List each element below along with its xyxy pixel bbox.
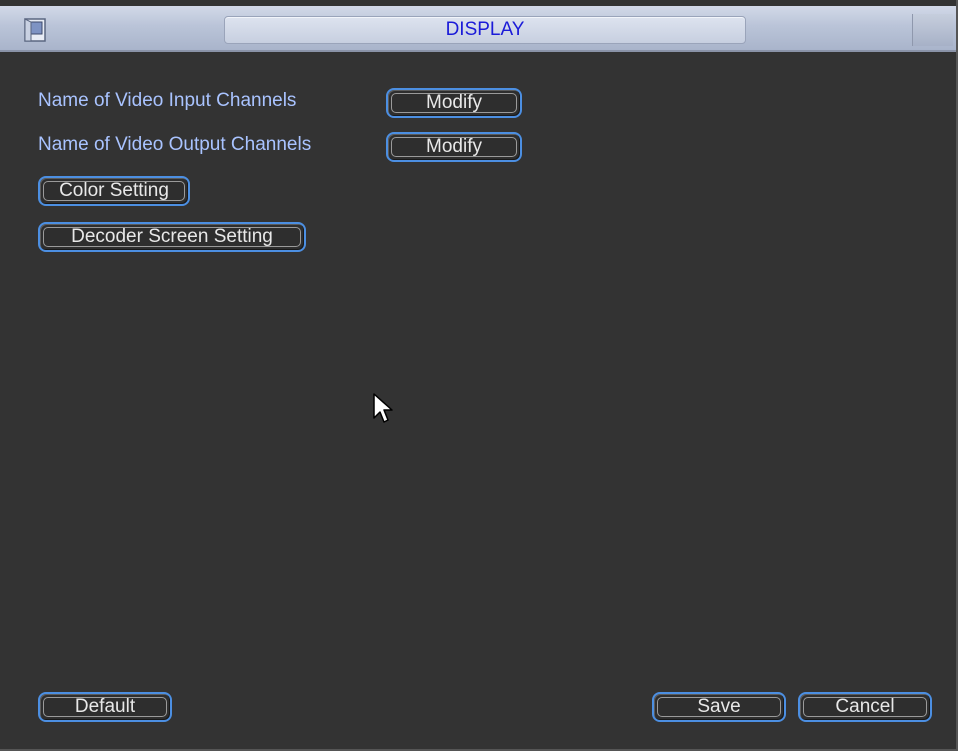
default-label: Default <box>74 696 136 717</box>
window-icon <box>22 17 48 43</box>
screen: DISPLAY Name of Video Input Channels Mod… <box>0 0 958 751</box>
cancel-button[interactable]: Cancel <box>798 692 932 722</box>
modify-output-names-label: Modify <box>426 136 482 157</box>
video-output-channels-label: Name of Video Output Channels <box>38 134 312 155</box>
color-setting-label: Color Setting <box>59 180 169 201</box>
pointer-arrow-icon <box>372 392 394 426</box>
modify-input-names-button[interactable]: Modify <box>386 88 522 118</box>
save-button[interactable]: Save <box>652 692 786 722</box>
default-button[interactable]: Default <box>38 692 172 722</box>
decoder-screen-setting-label: Decoder Screen Setting <box>71 226 273 247</box>
video-input-channels-label: Name of Video Input Channels <box>38 90 297 111</box>
display-dialog: DISPLAY Name of Video Input Channels Mod… <box>0 0 958 751</box>
color-setting-button[interactable]: Color Setting <box>38 176 190 206</box>
title-bar: DISPLAY <box>0 6 956 52</box>
window-title: DISPLAY <box>224 16 746 44</box>
save-label: Save <box>697 696 741 717</box>
decoder-screen-setting-button[interactable]: Decoder Screen Setting <box>38 222 306 252</box>
modify-input-names-label: Modify <box>426 92 482 113</box>
cancel-label: Cancel <box>835 696 895 717</box>
modify-output-names-button[interactable]: Modify <box>386 132 522 162</box>
title-bar-right-box <box>912 14 953 46</box>
